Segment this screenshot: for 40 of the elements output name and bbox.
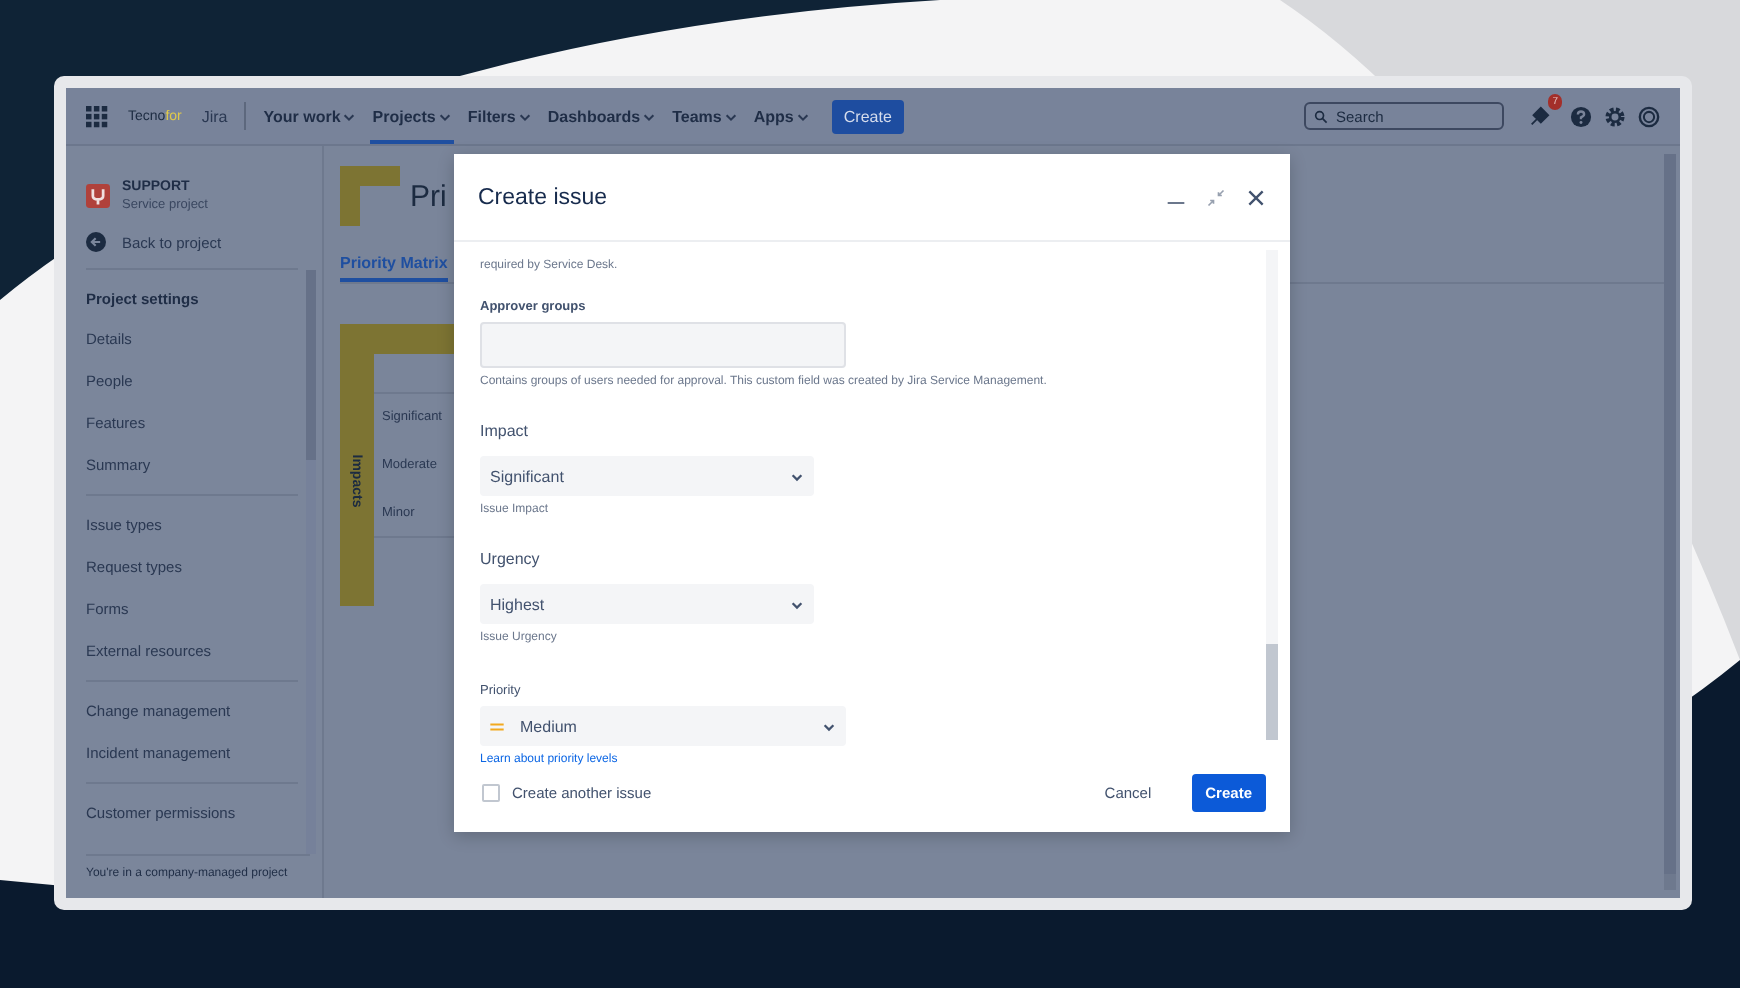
nav-menu-item[interactable]: Dashboards <box>545 88 659 144</box>
create-button[interactable]: Create <box>831 99 904 133</box>
product-name: Jira <box>201 107 228 125</box>
chevron-down-icon <box>642 109 657 123</box>
chevron-down-icon <box>790 469 804 483</box>
field-label: Impact <box>480 422 529 440</box>
chevron-down-icon <box>795 109 810 123</box>
approver-groups-field[interactable] <box>480 322 846 368</box>
app-switcher-icon[interactable] <box>86 105 108 127</box>
nav-menu-item[interactable]: Projects <box>370 88 454 144</box>
nav-menu-item[interactable]: Apps <box>751 88 812 144</box>
checkbox[interactable] <box>482 783 500 801</box>
chevron-down-icon <box>342 109 357 123</box>
collapse-arrows-icon[interactable] <box>1206 187 1226 207</box>
settings-icon[interactable] <box>1604 105 1626 127</box>
chevron-down-icon <box>822 719 836 733</box>
chevron-down-icon <box>517 109 532 123</box>
nav-menu-item[interactable]: Filters <box>465 88 534 144</box>
help-icon[interactable] <box>1570 105 1592 127</box>
select-field[interactable]: Significant <box>480 456 814 496</box>
nav-menu-item[interactable]: Teams <box>670 88 740 144</box>
search-icon <box>1314 109 1328 123</box>
select-field[interactable]: Highest <box>480 584 814 624</box>
chevron-down-icon <box>723 109 738 123</box>
close-icon[interactable] <box>1246 187 1266 207</box>
priority-select-field[interactable]: Medium <box>480 706 846 746</box>
project-logo-icon <box>340 166 400 226</box>
project-avatar-icon <box>86 184 110 208</box>
priority-medium-icon <box>490 721 504 731</box>
back-arrow-icon[interactable] <box>86 232 106 252</box>
profile-icon[interactable] <box>1638 105 1660 127</box>
tab[interactable]: Priority Matrix <box>340 254 448 282</box>
page-title: Pri <box>410 179 447 213</box>
chevron-down-icon <box>790 597 804 611</box>
dialog-title: Create issue <box>478 185 608 209</box>
field-label: Urgency <box>480 550 540 568</box>
notification-icon[interactable] <box>1528 105 1550 127</box>
nav-menu-item[interactable]: Your work <box>261 88 359 144</box>
dialog-scrollbar[interactable] <box>1266 250 1278 740</box>
chevron-down-icon <box>437 109 452 123</box>
